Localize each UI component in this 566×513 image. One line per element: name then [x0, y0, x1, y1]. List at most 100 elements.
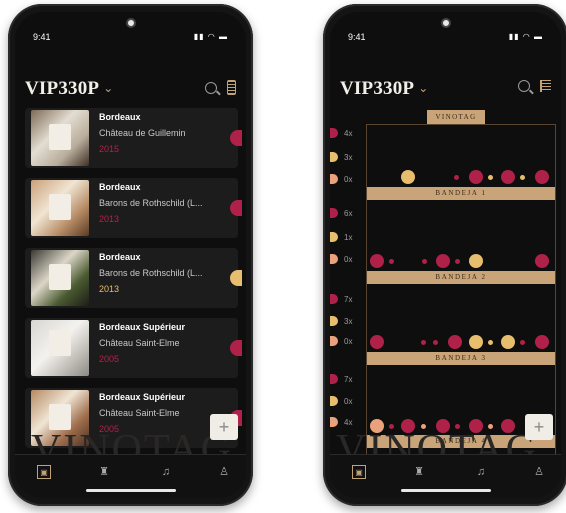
model-title[interactable]: VIP330P: [25, 78, 99, 99]
home-indicator: [85, 489, 176, 492]
wine-color-tab: [230, 200, 242, 216]
tab-cellar-icon[interactable]: ▣: [37, 465, 51, 479]
wine-list-item[interactable]: Bordeaux Supérieur Château Saint-Elme 20…: [25, 318, 242, 378]
status-bar: 9:41 ▮▮ ◠ ▬: [33, 32, 228, 46]
bottle-slot[interactable]: [535, 335, 549, 349]
status-time: 9:41: [348, 32, 366, 42]
shelf-label[interactable]: BANDEJA 3: [367, 352, 555, 365]
red-wine-dot: [330, 294, 338, 304]
tab-notifications-bell-icon[interactable]: ♫: [474, 465, 488, 479]
tab-bottle-icon[interactable]: ♜: [412, 465, 426, 479]
bottle-photo: [31, 250, 89, 306]
search-icon[interactable]: [518, 80, 530, 92]
tab-cellar-icon[interactable]: ▣: [352, 465, 366, 479]
signal-wifi-battery-icon: ▮▮ ◠ ▬: [508, 32, 543, 41]
bottle-slot[interactable]: [433, 340, 438, 345]
count-white: 3x: [344, 317, 353, 326]
red-wine-dot: [330, 374, 338, 384]
wine-year: 2015: [99, 144, 120, 154]
shelf-label[interactable]: BANDEJA 1: [367, 187, 555, 200]
bottle-slot[interactable]: [436, 254, 450, 268]
bottle-slot[interactable]: [454, 175, 459, 180]
bottle-slot[interactable]: [520, 340, 525, 345]
screen-left: 9:41 ▮▮ ◠ ▬ VIP330P ⌄ Bordeaux Château de…: [15, 12, 246, 498]
white-wine-dot: [330, 316, 338, 326]
signal-wifi-battery-icon: ▮▮ ◠ ▬: [193, 32, 228, 41]
count-white: 0x: [344, 397, 353, 406]
bottle-slot[interactable]: [370, 335, 384, 349]
tab-notifications-bell-icon[interactable]: ♫: [159, 465, 173, 479]
bottle-slot[interactable]: [448, 335, 462, 349]
red-wine-dot: [330, 208, 338, 218]
phone-left: 9:41 ▮▮ ◠ ▬ VIP330P ⌄ Bordeaux Château de…: [8, 4, 253, 506]
bottle-slot[interactable]: [455, 259, 460, 264]
bottle-slot[interactable]: [469, 335, 483, 349]
bottle-slot[interactable]: [370, 254, 384, 268]
count-white: 3x: [344, 153, 353, 162]
rose-wine-dot: [330, 254, 338, 264]
bottle-slot[interactable]: [401, 170, 415, 184]
bottle-photo: [31, 180, 89, 236]
count-red: 7x: [344, 295, 353, 304]
bottle-slot[interactable]: [469, 254, 483, 268]
wine-color-tab: [230, 270, 242, 286]
wine-list-item[interactable]: Bordeaux Château de Guillemin 2015: [25, 108, 242, 168]
search-icon[interactable]: [205, 81, 217, 94]
tab-bar: ▣ ♜ ♫ ♙: [15, 454, 246, 498]
phone-right: 9:41 ▮▮ ◠ ▬ VIP330P ⌄ VINOTAG 4x 3x 0x B…: [323, 4, 566, 506]
wine-name: Château Saint-Elme: [99, 338, 180, 348]
status-bar: 9:41 ▮▮ ◠ ▬: [348, 32, 543, 46]
wine-color-tab: [230, 340, 242, 356]
wine-year: 2005: [99, 354, 120, 364]
red-wine-dot: [330, 128, 338, 138]
bottle-slot[interactable]: [520, 175, 525, 180]
bottle-slot[interactable]: [389, 259, 394, 264]
count-red: 4x: [344, 129, 353, 138]
shelf-label[interactable]: BANDEJA 2: [367, 271, 555, 284]
add-wine-button[interactable]: +: [210, 414, 238, 440]
wine-region: Bordeaux: [99, 182, 141, 192]
wine-year: 2013: [99, 284, 120, 294]
rose-wine-dot: [330, 336, 338, 346]
wine-list-item[interactable]: Bordeaux Barons de Rothschild (L... 2013: [25, 178, 242, 238]
wine-region: Bordeaux: [99, 252, 141, 262]
bottle-slot[interactable]: [501, 335, 515, 349]
status-time: 9:41: [33, 32, 51, 42]
wine-list: Bordeaux Château de Guillemin 2015 Borde…: [25, 108, 246, 454]
tab-profile-user-icon[interactable]: ♙: [217, 465, 231, 479]
bottle-photo: [31, 320, 89, 376]
white-wine-dot: [330, 152, 338, 162]
tab-profile-user-icon[interactable]: ♙: [532, 465, 546, 479]
home-indicator: [400, 489, 491, 492]
bottle-slot[interactable]: [469, 170, 483, 184]
tab-bottle-icon[interactable]: ♜: [97, 465, 111, 479]
cellar-view-icon[interactable]: [227, 80, 236, 95]
model-title[interactable]: VIP330P: [340, 78, 414, 99]
wine-region: Bordeaux Supérieur: [99, 322, 186, 332]
wine-year: 2013: [99, 214, 120, 224]
wine-list-item[interactable]: Bordeaux Barons de Rothschild (L... 2013: [25, 248, 242, 308]
add-wine-button[interactable]: +: [525, 414, 553, 440]
tab-bar: ▣ ♜ ♫ ♙: [330, 454, 561, 498]
app-bar: VIP330P ⌄: [25, 78, 236, 102]
count-rose: 0x: [344, 337, 353, 346]
bottle-slot[interactable]: [535, 170, 549, 184]
wine-name: Château de Guillemin: [99, 128, 186, 138]
wine-region: Bordeaux Supérieur: [99, 392, 186, 402]
camera-icon: [125, 18, 136, 28]
bottle-slot[interactable]: [422, 259, 427, 264]
count-red: 7x: [344, 375, 353, 384]
chevron-down-icon[interactable]: ⌄: [103, 81, 113, 95]
chevron-down-icon[interactable]: ⌄: [418, 81, 428, 95]
count-white: 1x: [344, 233, 353, 242]
wine-name: Barons de Rothschild (L...: [99, 268, 203, 278]
bottle-slot[interactable]: [421, 340, 426, 345]
cellar-view: VINOTAG 4x 3x 0x BANDEJA 1 6x 1x 0x BAND…: [330, 108, 561, 454]
list-view-icon[interactable]: [540, 80, 551, 92]
rose-wine-dot: [330, 174, 338, 184]
bottle-slot[interactable]: [488, 175, 493, 180]
wine-name: Barons de Rothschild (L...: [99, 198, 203, 208]
bottle-slot[interactable]: [488, 340, 493, 345]
bottle-slot[interactable]: [535, 254, 549, 268]
bottle-slot[interactable]: [501, 170, 515, 184]
